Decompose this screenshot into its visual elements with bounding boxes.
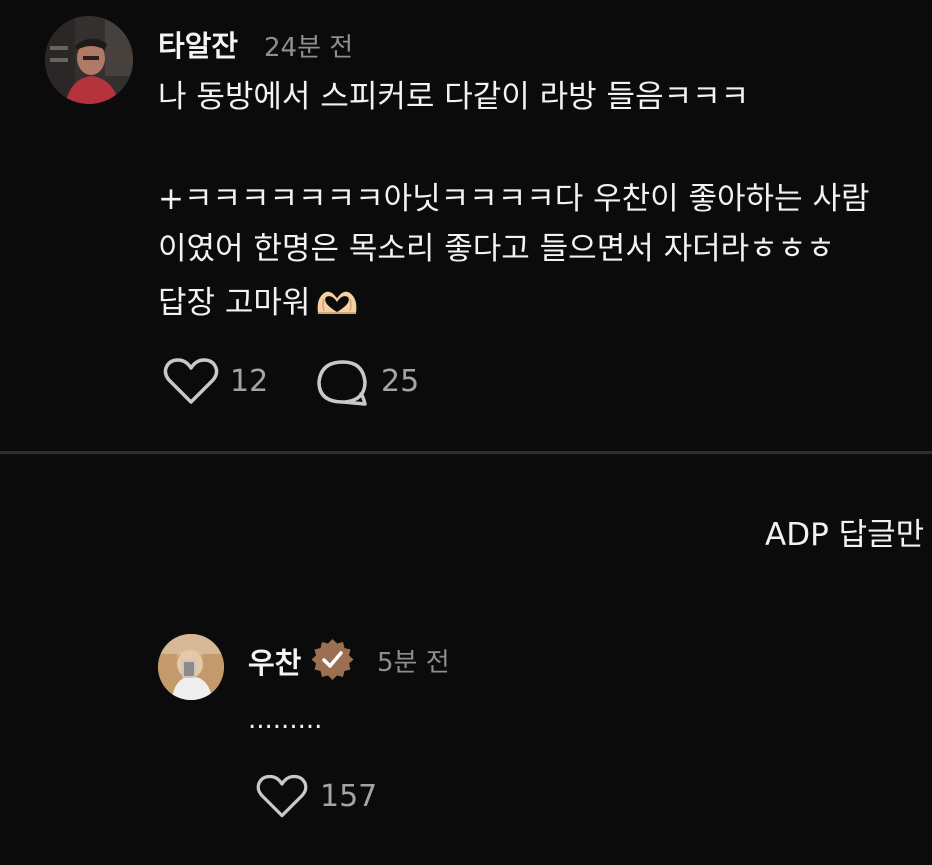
- avatar-photo: [45, 16, 133, 104]
- comment-text-line-last: 답장 고마워: [158, 285, 360, 323]
- reply-count: 25: [381, 364, 420, 399]
- user-avatar[interactable]: [45, 16, 133, 104]
- adp-replies-filter[interactable]: ADP 답글만: [765, 509, 924, 554]
- reply-button[interactable]: [315, 356, 371, 410]
- reply-like-count: 157: [320, 779, 378, 814]
- like-button[interactable]: [162, 356, 220, 408]
- comment-timestamp: 24분 전: [264, 33, 354, 63]
- avatar-photo: [158, 634, 224, 700]
- comment-text-line: +ㅋㅋㅋㅋㅋㅋㅋ아닛ㅋㅋㅋㅋ다 우찬이 좋아하는 사람: [158, 181, 870, 217]
- heart-hands-emoji-icon: [314, 285, 360, 323]
- reply-author[interactable]: 우찬: [248, 640, 301, 682]
- verified-badge-icon: [310, 637, 355, 682]
- section-divider: [0, 451, 932, 454]
- comment-bubble-icon: [317, 360, 367, 406]
- comment-author[interactable]: 타알잔: [158, 23, 238, 65]
- reply-text: .........: [248, 705, 323, 735]
- heart-icon: [163, 358, 219, 404]
- reply-like-button[interactable]: [255, 772, 309, 822]
- reply-avatar[interactable]: [158, 634, 224, 700]
- like-count: 12: [230, 364, 269, 399]
- reply-timestamp: 5분 전: [377, 648, 450, 678]
- heart-icon: [256, 774, 308, 818]
- comment-text-line: 이였어 한명은 목소리 좋다고 들으면서 자더라ㅎㅎㅎ: [158, 231, 835, 267]
- comment-text-line: 나 동방에서 스피커로 다같이 라방 들음ㅋㅋㅋ: [158, 79, 750, 115]
- comment-text: 답장 고마워: [158, 285, 311, 321]
